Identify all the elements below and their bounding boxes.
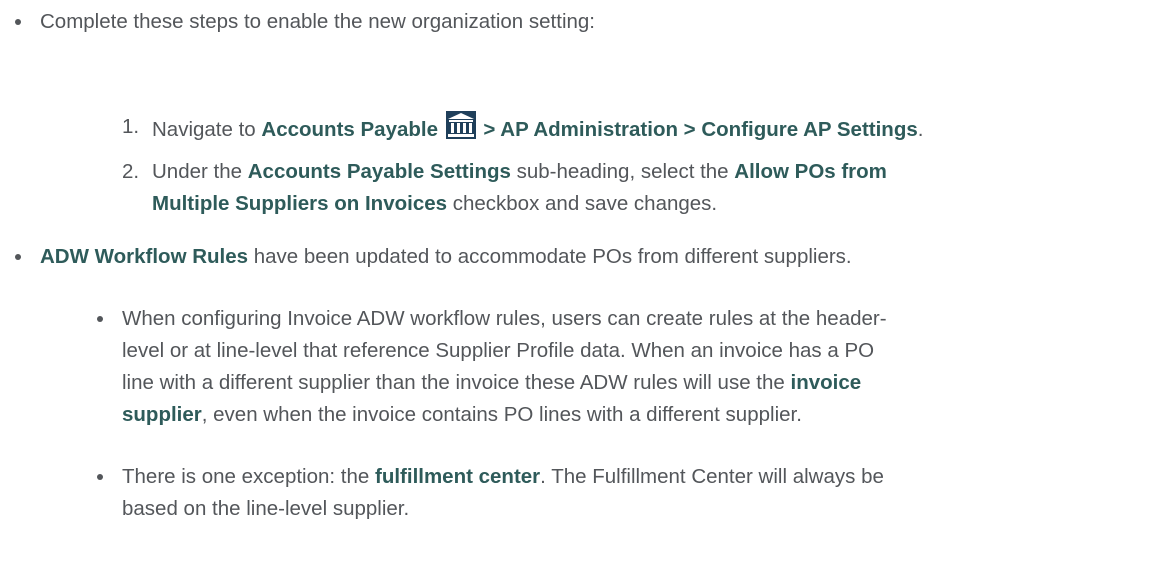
sub-bullet-2-text-line2: based on the line-level supplier. [122, 497, 410, 520]
nav-path-accounts-payable: Accounts Payable [261, 118, 438, 141]
sub-bullet-text-line1: When configuring Invoice ADW workflow ru… [122, 307, 887, 330]
step-number-1: 1. [122, 115, 140, 138]
sub-bullet-exception: There is one exception: the fulfillment … [97, 461, 884, 493]
sub-bullet-text-line2: level or at line-level that reference Su… [122, 339, 875, 362]
fulfillment-center-term: fulfillment center [375, 465, 541, 488]
bullet-item-adw-rules: ADW Workflow Rules have been updated to … [15, 241, 852, 273]
sub-bullet-1-line-3: line with a different supplier than the … [122, 367, 861, 399]
step-2-text-mid: sub-heading, select the [510, 160, 735, 183]
step-1-period: . [917, 118, 924, 141]
sub-bullet-2-text: There is one exception: the [122, 465, 375, 488]
document: Complete these steps to enable the new o… [0, 0, 1161, 577]
invoice-supplier-term-part2: supplier [122, 403, 202, 426]
sub-bullet-1-line-4: supplier, even when the invoice contains… [122, 399, 802, 431]
step-number-2: 2. [122, 160, 140, 183]
checkbox-name-part2: Multiple Suppliers on Invoices [152, 192, 448, 215]
bullet-text: have been updated to accommodate POs fro… [248, 245, 852, 268]
step-1-text: Navigate to [152, 118, 262, 141]
step-2-text-end: checkbox and save changes. [447, 192, 718, 215]
sub-bullet-header-rules: When configuring Invoice ADW workflow ru… [97, 303, 887, 335]
sub-bullet-text-line4: , even when the invoice contains PO line… [201, 403, 802, 426]
sub-bullet-text-line3: line with a different supplier than the … [122, 371, 791, 394]
nav-path-ap-settings: > AP Administration > Configure AP Setti… [477, 118, 918, 141]
bullet-item-steps-intro: Complete these steps to enable the new o… [15, 6, 595, 38]
invoice-supplier-term-part1: invoice [790, 371, 862, 394]
step-2-line-2: Multiple Suppliers on Invoices checkbox … [152, 188, 717, 220]
bullet-text: Complete these steps to enable the new o… [40, 10, 595, 33]
step-1: Navigate to Accounts Payable > AP Admini… [152, 111, 923, 149]
sub-bullet-2-line-2: based on the line-level supplier. [122, 493, 409, 525]
adw-workflow-rules-term: ADW Workflow Rules [40, 245, 249, 268]
checkbox-name-part1: Allow POs from [734, 160, 887, 183]
sub-bullet-1-line-2: level or at line-level that reference Su… [122, 335, 874, 367]
settings-subheading: Accounts Payable Settings [247, 160, 511, 183]
sub-bullet-2-text-rest: . The Fulfillment Center will always be [540, 465, 884, 488]
step-2: Under the Accounts Payable Settings sub-… [152, 156, 887, 188]
bank-icon [445, 111, 476, 149]
step-2-text: Under the [152, 160, 248, 183]
